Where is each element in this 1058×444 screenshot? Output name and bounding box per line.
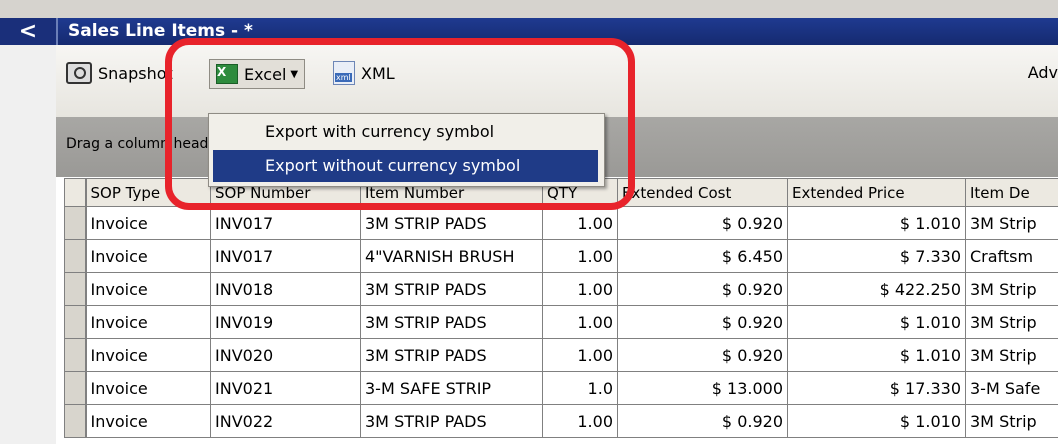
table-cell[interactable]: Invoice (85, 272, 211, 306)
xml-button[interactable]: XML (333, 57, 395, 89)
table-cell[interactable]: $ 1.010 (787, 206, 966, 240)
table-cell[interactable]: 1.00 (542, 338, 618, 372)
table-cell[interactable]: Invoice (85, 305, 211, 339)
table-cell[interactable]: Invoice (85, 239, 211, 273)
table-cell[interactable]: 1.00 (542, 404, 618, 438)
column-header[interactable]: Extended Price (787, 178, 966, 207)
table-cell[interactable]: INV018 (210, 272, 361, 306)
excel-icon: X (216, 64, 238, 84)
menu-item-export-with-currency[interactable]: Export with currency symbol (213, 116, 598, 148)
top-strip (0, 0, 1058, 18)
table-cell[interactable]: 3M STRIP PADS (360, 305, 543, 339)
table-cell[interactable]: 3M STRIP PADS (360, 272, 543, 306)
table-cell[interactable]: $ 0.920 (617, 272, 788, 306)
table-cell[interactable]: 1.00 (542, 272, 618, 306)
table-cell[interactable]: $ 1.010 (787, 305, 966, 339)
table-cell[interactable]: $ 0.920 (617, 404, 788, 438)
advanced-button[interactable]: Adv (1028, 57, 1058, 89)
column-header[interactable]: Extended Cost (617, 178, 788, 207)
row-selector[interactable] (64, 404, 87, 438)
table-row[interactable]: Invoice INV022 3M STRIP PADS 1.00 $ 0.920 $ 1… (64, 404, 1058, 438)
table-cell[interactable]: 3M STRIP PADS (360, 338, 543, 372)
excel-label: Excel (244, 64, 287, 84)
table-cell[interactable]: $ 7.330 (787, 239, 966, 273)
snapshot-button[interactable]: Snapshot (66, 57, 173, 89)
table-cell[interactable]: 4"VARNISH BRUSH (360, 239, 543, 273)
table-cell[interactable]: $ 6.450 (617, 239, 788, 273)
row-selector[interactable] (64, 338, 87, 372)
snapshot-label: Snapshot (98, 63, 173, 83)
table-cell[interactable]: 3M STRIP PADS (360, 206, 543, 240)
data-grid: SOP Type SOP Number Item Number QTY Exte… (64, 178, 1058, 444)
table-row[interactable]: Invoice INV020 3M STRIP PADS 1.00 $ 0.920 $ 1… (64, 338, 1058, 372)
column-header[interactable]: SOP Type (85, 178, 211, 207)
excel-button[interactable]: X Excel ▼ (209, 59, 306, 89)
row-selector[interactable] (64, 272, 87, 306)
dropdown-arrow-icon: ▼ (290, 68, 299, 80)
table-cell[interactable]: 3M STRIP PADS (360, 404, 543, 438)
table-cell[interactable]: Invoice (85, 404, 211, 438)
table-cell[interactable]: Invoice (85, 371, 211, 405)
window-title: Sales Line Items - * (56, 18, 1058, 45)
row-selector[interactable] (64, 239, 87, 273)
table-cell[interactable]: INV017 (210, 206, 361, 240)
table-row[interactable]: Invoice INV017 3M STRIP PADS 1.00 $ 0.920 $ 1… (64, 206, 1058, 240)
table-cell[interactable]: $ 0.920 (617, 305, 788, 339)
left-panel (0, 18, 56, 444)
table-cell[interactable]: $ 1.010 (787, 404, 966, 438)
table-cell[interactable]: 3-M Safe (965, 371, 1058, 405)
table-cell[interactable]: 1.00 (542, 239, 618, 273)
row-selector[interactable] (64, 371, 87, 405)
table-cell[interactable]: 3M Strip (965, 272, 1058, 306)
table-cell[interactable]: INV019 (210, 305, 361, 339)
table-cell[interactable]: $ 1.010 (787, 338, 966, 372)
table-cell[interactable]: INV021 (210, 371, 361, 405)
table-cell[interactable]: INV020 (210, 338, 361, 372)
xml-label: XML (361, 63, 395, 83)
chevron-left-icon: < (18, 19, 38, 44)
table-cell[interactable]: $ 0.920 (617, 338, 788, 372)
menu-item-export-without-currency[interactable]: Export without currency symbol (213, 150, 598, 182)
column-header[interactable]: Item De (965, 178, 1058, 207)
table-cell[interactable]: 1.00 (542, 206, 618, 240)
excel-dropdown-menu: Export with currency symbol Export witho… (208, 113, 605, 187)
table-cell[interactable]: $ 422.250 (787, 272, 966, 306)
toolbar: Snapshot X Excel ▼ XML Adv (56, 45, 1058, 118)
table-cell[interactable]: 3-M SAFE STRIP (360, 371, 543, 405)
table-cell[interactable]: INV022 (210, 404, 361, 438)
row-selector[interactable] (64, 305, 87, 339)
table-cell[interactable]: 1.00 (542, 305, 618, 339)
table-cell[interactable]: 1.0 (542, 371, 618, 405)
table-cell[interactable]: $ 0.920 (617, 206, 788, 240)
table-row[interactable]: Invoice INV019 3M STRIP PADS 1.00 $ 0.920 $ 1… (64, 305, 1058, 339)
table-cell[interactable]: $ 17.330 (787, 371, 966, 405)
camera-icon (66, 62, 92, 84)
table-cell[interactable]: Invoice (85, 338, 211, 372)
table-cell[interactable]: 3M Strip (965, 206, 1058, 240)
row-selector-header[interactable] (64, 178, 87, 207)
collapse-button[interactable]: < (0, 18, 56, 45)
xml-icon (333, 61, 355, 85)
table-row[interactable]: Invoice INV021 3-M SAFE STRIP 1.0 $ 13.000 $ … (64, 371, 1058, 405)
row-selector[interactable] (64, 206, 87, 240)
table-cell[interactable]: $ 13.000 (617, 371, 788, 405)
table-cell[interactable]: 3M Strip (965, 338, 1058, 372)
table-cell[interactable]: 3M Strip (965, 305, 1058, 339)
table-cell[interactable]: Invoice (85, 206, 211, 240)
table-row[interactable]: Invoice INV017 4"VARNISH BRUSH 1.00 $ 6.450 $… (64, 239, 1058, 273)
table-cell[interactable]: Craftsm (965, 239, 1058, 273)
table-cell[interactable]: 3M Strip (965, 404, 1058, 438)
table-row[interactable]: Invoice INV018 3M STRIP PADS 1.00 $ 0.920 $ 4… (64, 272, 1058, 306)
table-cell[interactable]: INV017 (210, 239, 361, 273)
